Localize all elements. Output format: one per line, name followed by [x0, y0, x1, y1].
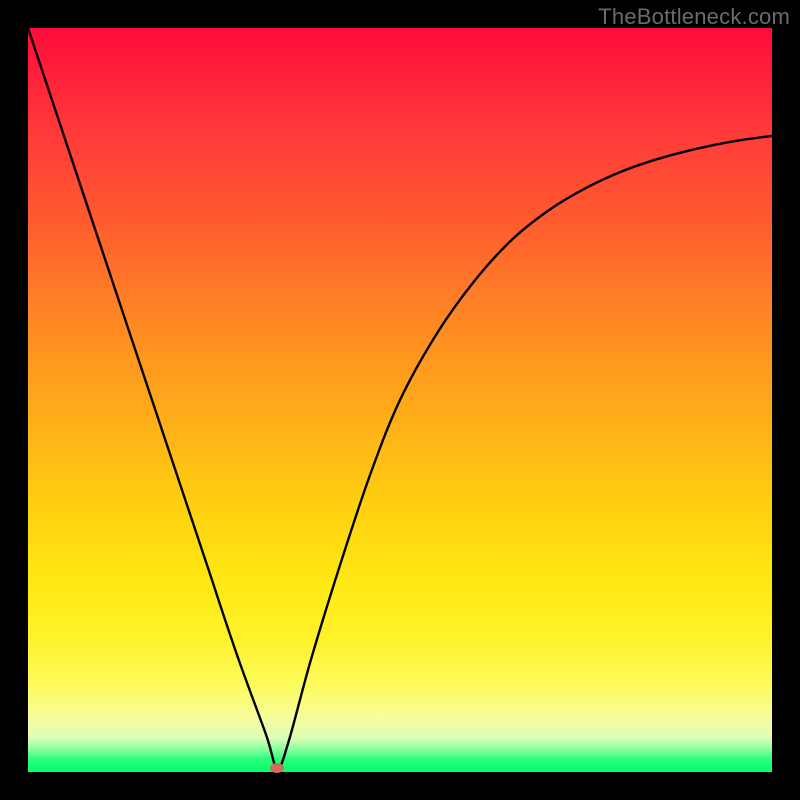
watermark-text: TheBottleneck.com: [598, 4, 790, 30]
optimal-point-marker: [270, 763, 284, 773]
chart-frame: TheBottleneck.com: [0, 0, 800, 800]
plot-area: [28, 28, 772, 772]
bottleneck-curve: [28, 28, 772, 772]
